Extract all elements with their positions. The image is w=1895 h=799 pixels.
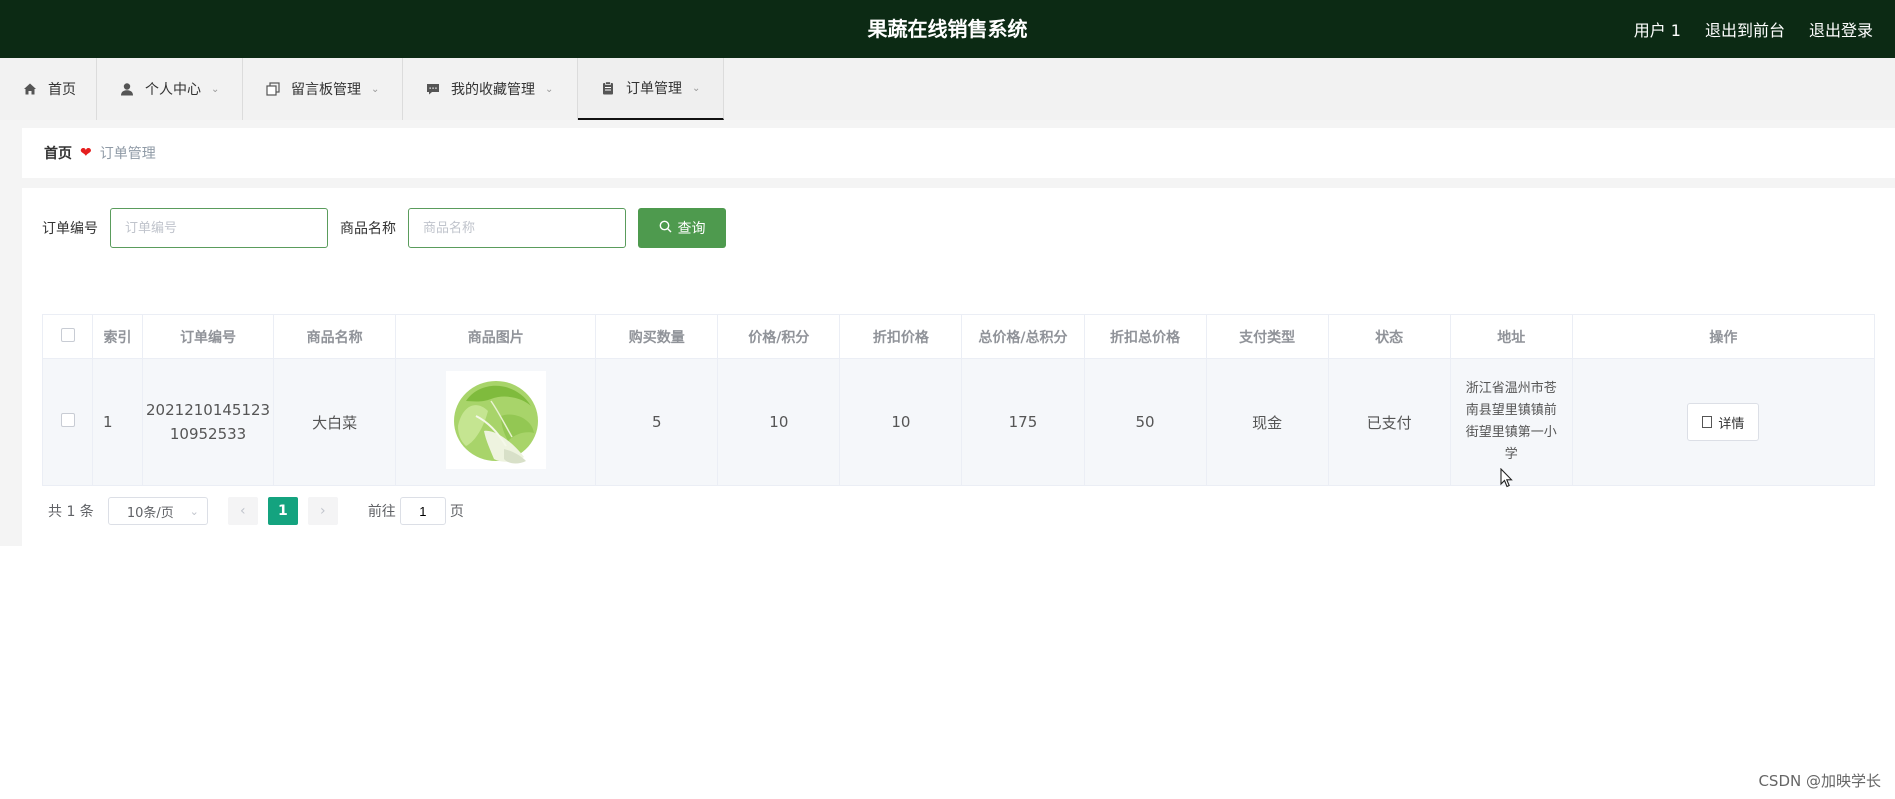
- heart-icon: ❤: [80, 145, 92, 161]
- chevron-down-icon: ⌄: [371, 83, 380, 95]
- user-link[interactable]: 用户 1: [1634, 17, 1681, 41]
- page-size-value: 10条/页: [126, 505, 174, 521]
- table-header-row: 索引 订单编号 商品名称 商品图片 购买数量 价格/积分 折扣价格 总价格/总积…: [41, 314, 1876, 359]
- column-header: 状态: [1327, 314, 1451, 359]
- goto-label: 前往: [367, 504, 396, 520]
- column-header: 地址: [1449, 314, 1573, 359]
- product-image-cell: [395, 358, 597, 486]
- nav-item-label: 首页: [48, 82, 76, 98]
- select-all-cell: [41, 314, 94, 359]
- address-line: 浙江省温州市苍: [1465, 381, 1557, 396]
- chevron-down-icon: ⌄: [189, 504, 199, 518]
- product-name-cell: 大白菜: [273, 358, 397, 486]
- column-header: 购买数量: [595, 314, 719, 359]
- address-line: 学: [1504, 447, 1518, 462]
- nav-item-label: 订单管理: [626, 81, 682, 97]
- watermark: CSDN @加映学长: [1758, 772, 1881, 790]
- chevron-down-icon: ⌄: [211, 83, 220, 95]
- column-header: 商品名称: [273, 314, 397, 359]
- nav-item-orders[interactable]: 订单管理 ⌄: [578, 58, 724, 120]
- column-header: 总价格/总积分: [961, 314, 1085, 359]
- order-no-line: 10952533: [169, 425, 247, 443]
- nav-item-message-board[interactable]: 留言板管理 ⌄: [243, 58, 403, 120]
- prev-page-button[interactable]: ‹: [227, 497, 258, 525]
- action-cell: 详情: [1571, 358, 1876, 486]
- document-icon: [1702, 416, 1713, 428]
- price-cell: 10: [717, 358, 841, 486]
- breadcrumb: 首页 ❤ 订单管理: [22, 128, 1895, 178]
- main-nav: 首页 个人中心 ⌄ 留言板管理 ⌄ 我的收藏管理 ⌄ 订单管理 ⌄: [0, 58, 1895, 120]
- user-icon: [119, 81, 135, 97]
- nav-item-label: 个人中心: [145, 82, 201, 98]
- address-line: 街望里镇第一小: [1465, 425, 1557, 440]
- detail-button[interactable]: 详情: [1687, 403, 1760, 441]
- select-all-checkbox[interactable]: [60, 327, 75, 342]
- chevron-down-icon: ⌄: [545, 83, 554, 95]
- discount-price-cell: 10: [839, 358, 963, 486]
- detail-button-label: 详情: [1718, 415, 1745, 431]
- breadcrumb-current: 订单管理: [99, 146, 156, 162]
- column-header: 折扣价格: [839, 314, 963, 359]
- product-name-label: 商品名称: [340, 221, 396, 237]
- nav-item-label: 留言板管理: [291, 82, 361, 98]
- back-to-front-link[interactable]: 退出到前台: [1705, 17, 1785, 41]
- row-checkbox[interactable]: [60, 413, 75, 427]
- column-header: 操作: [1571, 314, 1876, 359]
- orders-table: 索引 订单编号 商品名称 商品图片 购买数量 价格/积分 折扣价格 总价格/总积…: [41, 314, 1876, 486]
- quantity-cell: 5: [595, 358, 719, 486]
- breadcrumb-home[interactable]: 首页: [44, 143, 72, 163]
- nav-item-label: 我的收藏管理: [451, 82, 535, 98]
- chevron-left-icon: ‹: [240, 503, 246, 519]
- nav-item-home[interactable]: 首页: [0, 58, 97, 120]
- page-number-button[interactable]: 1: [267, 497, 298, 525]
- column-header: 支付类型: [1205, 314, 1329, 359]
- app-title: 果蔬在线销售系统: [867, 17, 1028, 41]
- order-no-label: 订单编号: [42, 221, 98, 237]
- pagination-total: 共 1 条: [48, 504, 94, 520]
- search-form: 订单编号 商品名称 查询: [42, 208, 726, 248]
- nav-item-favorites[interactable]: 我的收藏管理 ⌄: [403, 58, 578, 120]
- column-header: 价格/积分: [717, 314, 841, 359]
- column-header: 订单编号: [142, 314, 275, 359]
- goto-page-input[interactable]: [399, 497, 446, 525]
- home-icon: [22, 81, 38, 97]
- chevron-down-icon: ⌄: [692, 82, 701, 94]
- pagination: 共 1 条 10条/页 ⌄ ‹ 1 › 前往 页: [48, 497, 464, 525]
- page-unit-label: 页: [449, 504, 464, 520]
- napa-cabbage-image: [445, 371, 546, 469]
- clipboard-icon: [600, 80, 616, 96]
- mouse-cursor-icon: [1500, 467, 1514, 488]
- top-header: 果蔬在线销售系统 用户 1 退出到前台 退出登录: [0, 0, 1895, 58]
- main-content: 订单编号 商品名称 查询 索引 订单编号 商品名称 商品图片 购买数量 价格/积…: [22, 188, 1895, 546]
- order-no-cell: 2021210145123 10952533: [142, 358, 275, 486]
- query-button[interactable]: 查询: [638, 208, 726, 248]
- address-line: 南县望里镇镇前: [1465, 403, 1557, 418]
- column-header: 索引: [92, 314, 144, 359]
- total-price-cell: 175: [961, 358, 1085, 486]
- order-no-input[interactable]: [110, 208, 328, 248]
- chat-icon: [425, 81, 441, 97]
- chevron-right-icon: ›: [320, 503, 326, 519]
- index-cell: 1: [92, 358, 144, 486]
- product-name-input[interactable]: [408, 208, 626, 248]
- status-cell: 已支付: [1327, 358, 1451, 486]
- column-header: 折扣总价格: [1083, 314, 1207, 359]
- pay-type-cell: 现金: [1205, 358, 1329, 486]
- copy-icon: [265, 81, 281, 97]
- query-button-label: 查询: [677, 221, 706, 237]
- discount-total-cell: 50: [1083, 358, 1207, 486]
- row-select-cell: [41, 358, 94, 486]
- address-cell: 浙江省温州市苍 南县望里镇镇前 街望里镇第一小 学: [1449, 358, 1573, 486]
- top-links: 用户 1 退出到前台 退出登录: [1634, 0, 1873, 58]
- search-icon: [659, 220, 672, 237]
- logout-link[interactable]: 退出登录: [1809, 17, 1873, 41]
- column-header: 商品图片: [395, 314, 597, 359]
- page-size-select[interactable]: 10条/页 ⌄: [107, 497, 208, 525]
- order-no-line: 2021210145123: [146, 401, 271, 419]
- next-page-button[interactable]: ›: [307, 497, 338, 525]
- table-row: 1 2021210145123 10952533 大白菜 5 10 10 175…: [41, 358, 1876, 486]
- nav-item-personal-center[interactable]: 个人中心 ⌄: [97, 58, 243, 120]
